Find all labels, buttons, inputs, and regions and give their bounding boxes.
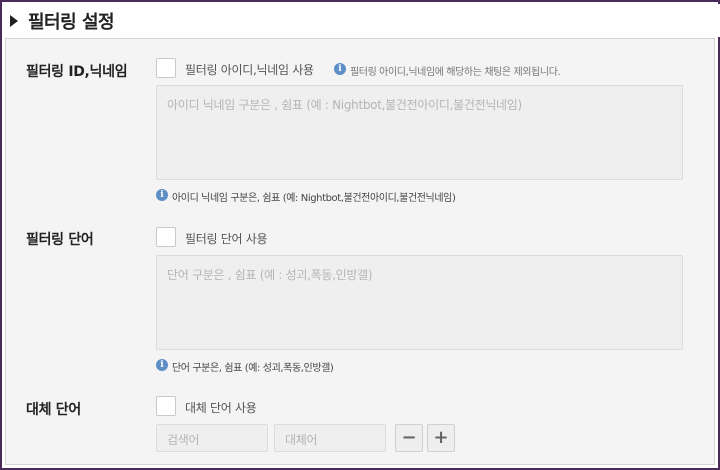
word-filter-label: 필터링 단어	[26, 232, 94, 248]
id-filter-checkbox[interactable]	[156, 58, 176, 78]
info-icon: i	[156, 189, 168, 201]
replace-word-checkbox[interactable]	[156, 396, 176, 416]
word-filter-checkbox-label[interactable]: 필터링 단어 사용	[185, 230, 268, 247]
filter-settings-panel: 필터링 ID,닉네임 필터링 아이디,닉네임 사용 i 필터링 아이디,닉네임에…	[5, 38, 715, 465]
triangle-right-icon	[10, 15, 18, 27]
id-filter-checkbox-label[interactable]: 필터링 아이디,닉네임 사용	[185, 61, 314, 78]
remove-row-button[interactable]: −	[395, 424, 423, 452]
info-icon: i	[334, 63, 346, 75]
replace-word-checkbox-label[interactable]: 대체 단어 사용	[185, 399, 257, 416]
id-filter-label: 필터링 ID,닉네임	[26, 64, 128, 80]
search-word-input[interactable]: 검색어	[156, 424, 268, 452]
replace-word-label: 대체 단어	[26, 402, 81, 418]
section-header: 필터링 설정	[4, 4, 720, 37]
info-icon: i	[156, 359, 168, 371]
add-row-button[interactable]: +	[427, 424, 455, 452]
id-filter-inline-info: 필터링 아이디,닉네임에 해당하는 채팅은 제외됩니다.	[350, 67, 561, 78]
word-filter-textarea[interactable]: 단어 구분은 , 쉼표 (예 : 성괴,폭동,인방갤)	[156, 255, 683, 350]
word-filter-help: 단어 구분은, 쉼표 (예: 성괴,폭동,인방갤)	[172, 363, 334, 374]
id-filter-help: 아이디 닉네임 구분은, 쉼표 (예: Nightbot,불건전아이디,불건전닉…	[172, 193, 456, 204]
id-filter-textarea[interactable]: 아이디 닉네임 구분은 , 쉼표 (예 : Nightbot,불건전아이디,불건…	[156, 85, 683, 180]
word-filter-checkbox[interactable]	[156, 227, 176, 247]
replace-word-input[interactable]: 대체어	[274, 424, 386, 452]
page-title: 필터링 설정	[28, 12, 115, 33]
